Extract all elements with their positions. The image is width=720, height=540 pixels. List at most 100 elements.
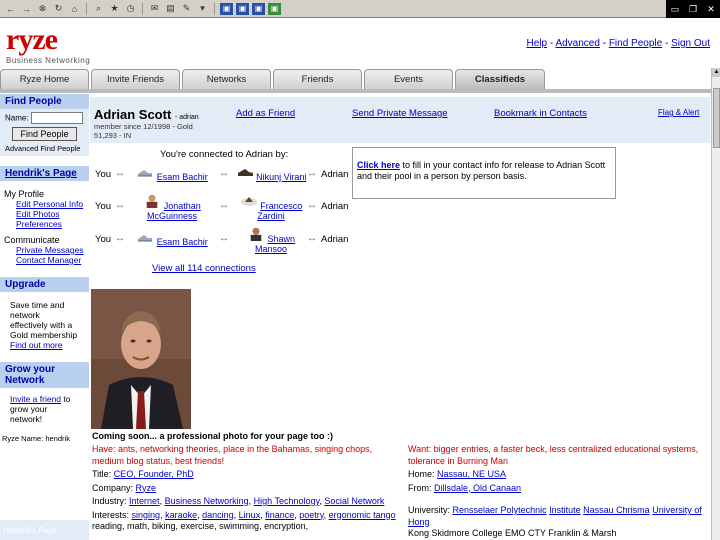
print-icon[interactable]: ▤: [164, 3, 177, 15]
tab-events[interactable]: Events: [364, 69, 453, 89]
help-link[interactable]: Help: [527, 38, 548, 49]
interest-link[interactable]: poetry: [299, 510, 323, 520]
connection-person: Esam Bachir: [132, 229, 212, 247]
scroll-thumb[interactable]: [713, 88, 720, 148]
connection-person: Esam Bachir: [132, 164, 212, 182]
interests-row: Interests: singing, karaoke, dancing, Li…: [92, 509, 396, 532]
history-icon[interactable]: ◷: [124, 3, 137, 15]
find-people-button[interactable]: Find People: [12, 127, 77, 141]
university-text: Kong Skidmore College EMO CTY Franklin &…: [408, 528, 617, 538]
left-sidebar: Find People Name: Find People Advanced F…: [0, 94, 89, 540]
interest-link[interactable]: Linux: [239, 510, 261, 520]
discuss-icon[interactable]: ▾: [196, 3, 209, 15]
send-private-message-link[interactable]: Send Private Message: [352, 108, 448, 119]
window-controls: ▭ ❐ ✕: [666, 0, 720, 18]
you-label: You: [95, 234, 112, 245]
find-people-header: Find People: [0, 94, 89, 109]
home-value-link[interactable]: Nassau, NE USA: [437, 469, 506, 479]
connection-link[interactable]: Nikunj Virani: [256, 172, 306, 182]
flag-alert-link[interactable]: Flag & Alert: [658, 108, 699, 117]
profile-photo[interactable]: [91, 289, 191, 429]
ryze-logo[interactable]: ryze Business Networking: [6, 25, 90, 66]
connection-arrow-icon: ↔: [307, 200, 317, 211]
connection-link[interactable]: Francesco Zardini: [257, 201, 302, 221]
interest-link[interactable]: dancing: [202, 510, 234, 520]
name-search-input[interactable]: [31, 112, 84, 124]
messenger-icon[interactable]: ▣: [268, 2, 281, 15]
home-icon[interactable]: ⌂: [68, 3, 81, 15]
interest-link[interactable]: karaoke: [165, 510, 197, 520]
connection-arrow-icon: ↔: [307, 233, 317, 244]
company-value-link[interactable]: Ryze: [136, 483, 157, 493]
edit-photos-link[interactable]: Edit Photos: [4, 209, 85, 219]
interest-link[interactable]: finance: [265, 510, 294, 520]
sign-out-link[interactable]: Sign Out: [671, 38, 710, 49]
scroll-up-icon[interactable]: ▲: [712, 68, 720, 77]
title-value-link[interactable]: CEO, Founder, PhD: [114, 469, 194, 479]
links-icon[interactable]: ▣: [236, 2, 249, 15]
tab-ryze-home[interactable]: Ryze Home: [0, 69, 89, 89]
interests-text: reading, math, biking, exercise, swimmin…: [92, 521, 309, 531]
monitor-icon[interactable]: ▭: [666, 0, 684, 18]
university-link[interactable]: Institute: [549, 505, 581, 515]
industry-link[interactable]: Internet: [129, 496, 160, 506]
university-label: University:: [408, 505, 451, 515]
tab-friends[interactable]: Friends: [273, 69, 362, 89]
mail-icon[interactable]: ✉: [148, 3, 161, 15]
upgrade-text-line: network: [10, 310, 40, 320]
edit-personal-info-link[interactable]: Edit Personal Info: [4, 199, 85, 209]
connection-link[interactable]: Esam Bachir: [157, 172, 208, 182]
connection-person: Nikunj Virani: [231, 164, 311, 182]
person-photo-icon: [146, 194, 158, 208]
industry-link[interactable]: High Technology: [254, 496, 320, 506]
advanced-link[interactable]: Advanced: [555, 38, 599, 49]
bookmark-icon[interactable]: ▣: [220, 2, 233, 15]
stop-icon[interactable]: ⊗: [36, 3, 49, 15]
upgrade-header[interactable]: Upgrade: [0, 277, 89, 292]
connection-link[interactable]: Esam Bachir: [157, 237, 208, 247]
profile-username: - adrian: [174, 114, 199, 121]
university-link[interactable]: Rensselaer Polytechnic: [453, 505, 547, 515]
back-icon[interactable]: ←: [4, 3, 17, 15]
interest-link[interactable]: ergonomic tango: [329, 510, 396, 520]
find-people-link[interactable]: Find People: [609, 38, 662, 49]
bookmark-contacts-link[interactable]: Bookmark in Contacts: [494, 108, 587, 119]
media-icon[interactable]: ▣: [252, 2, 265, 15]
vertical-scrollbar[interactable]: ▲: [711, 68, 720, 540]
refresh-icon[interactable]: ↻: [52, 3, 65, 15]
invite-friend-link[interactable]: Invite a friend: [10, 394, 61, 404]
industry-link[interactable]: Social Network: [324, 496, 384, 506]
profile-name-text: Adrian Scott: [94, 107, 172, 122]
advanced-find-people-link[interactable]: Advanced Find People: [5, 144, 80, 153]
title-label: Title:: [92, 469, 112, 479]
forward-icon[interactable]: →: [20, 3, 33, 15]
industry-link[interactable]: Business Networking: [165, 496, 249, 506]
favorites-icon[interactable]: ★: [108, 3, 121, 15]
connection-person: Shawn Mansoo: [231, 226, 311, 254]
restore-icon[interactable]: ❐: [684, 0, 702, 18]
private-messages-link[interactable]: Private Messages: [4, 245, 85, 255]
view-all-connections-link[interactable]: View all 114 connections: [152, 263, 256, 274]
close-icon[interactable]: ✕: [702, 0, 720, 18]
preferences-link[interactable]: Preferences: [4, 219, 85, 229]
profile-details-left: Have: ants, networking theories, place i…: [92, 444, 404, 535]
interest-link[interactable]: singing: [132, 510, 161, 520]
toolbar-separator: [142, 2, 143, 15]
tab-invite-friends[interactable]: Invite Friends: [91, 69, 180, 89]
add-as-friend-link[interactable]: Add as Friend: [236, 108, 295, 119]
connection-row: You ↔ Jonathan McGuinness ↔ Francesco Za…: [95, 194, 355, 226]
my-profile-title: My Profile: [4, 189, 45, 199]
university-link[interactable]: Nassau Chrisma: [583, 505, 650, 515]
tab-networks[interactable]: Networks: [182, 69, 271, 89]
connection-arrow-icon: ↔: [115, 200, 125, 211]
grow-network-header[interactable]: Grow your Network: [0, 362, 89, 388]
hendriks-page-header[interactable]: Hendrik's Page: [0, 166, 89, 181]
click-here-link[interactable]: Click here: [357, 160, 400, 170]
contact-manager-link[interactable]: Contact Manager: [4, 255, 85, 265]
search-icon[interactable]: ⌕: [92, 3, 105, 15]
tab-classifieds[interactable]: Classifieds: [455, 69, 545, 89]
from-value-link[interactable]: Dillsdale, Old Canaan: [434, 483, 521, 493]
university-row: University: Rensselaer Polytechnic Insti…: [408, 505, 708, 540]
edit-icon[interactable]: ✎: [180, 3, 193, 15]
find-out-more-link[interactable]: Find out more: [2, 340, 87, 350]
